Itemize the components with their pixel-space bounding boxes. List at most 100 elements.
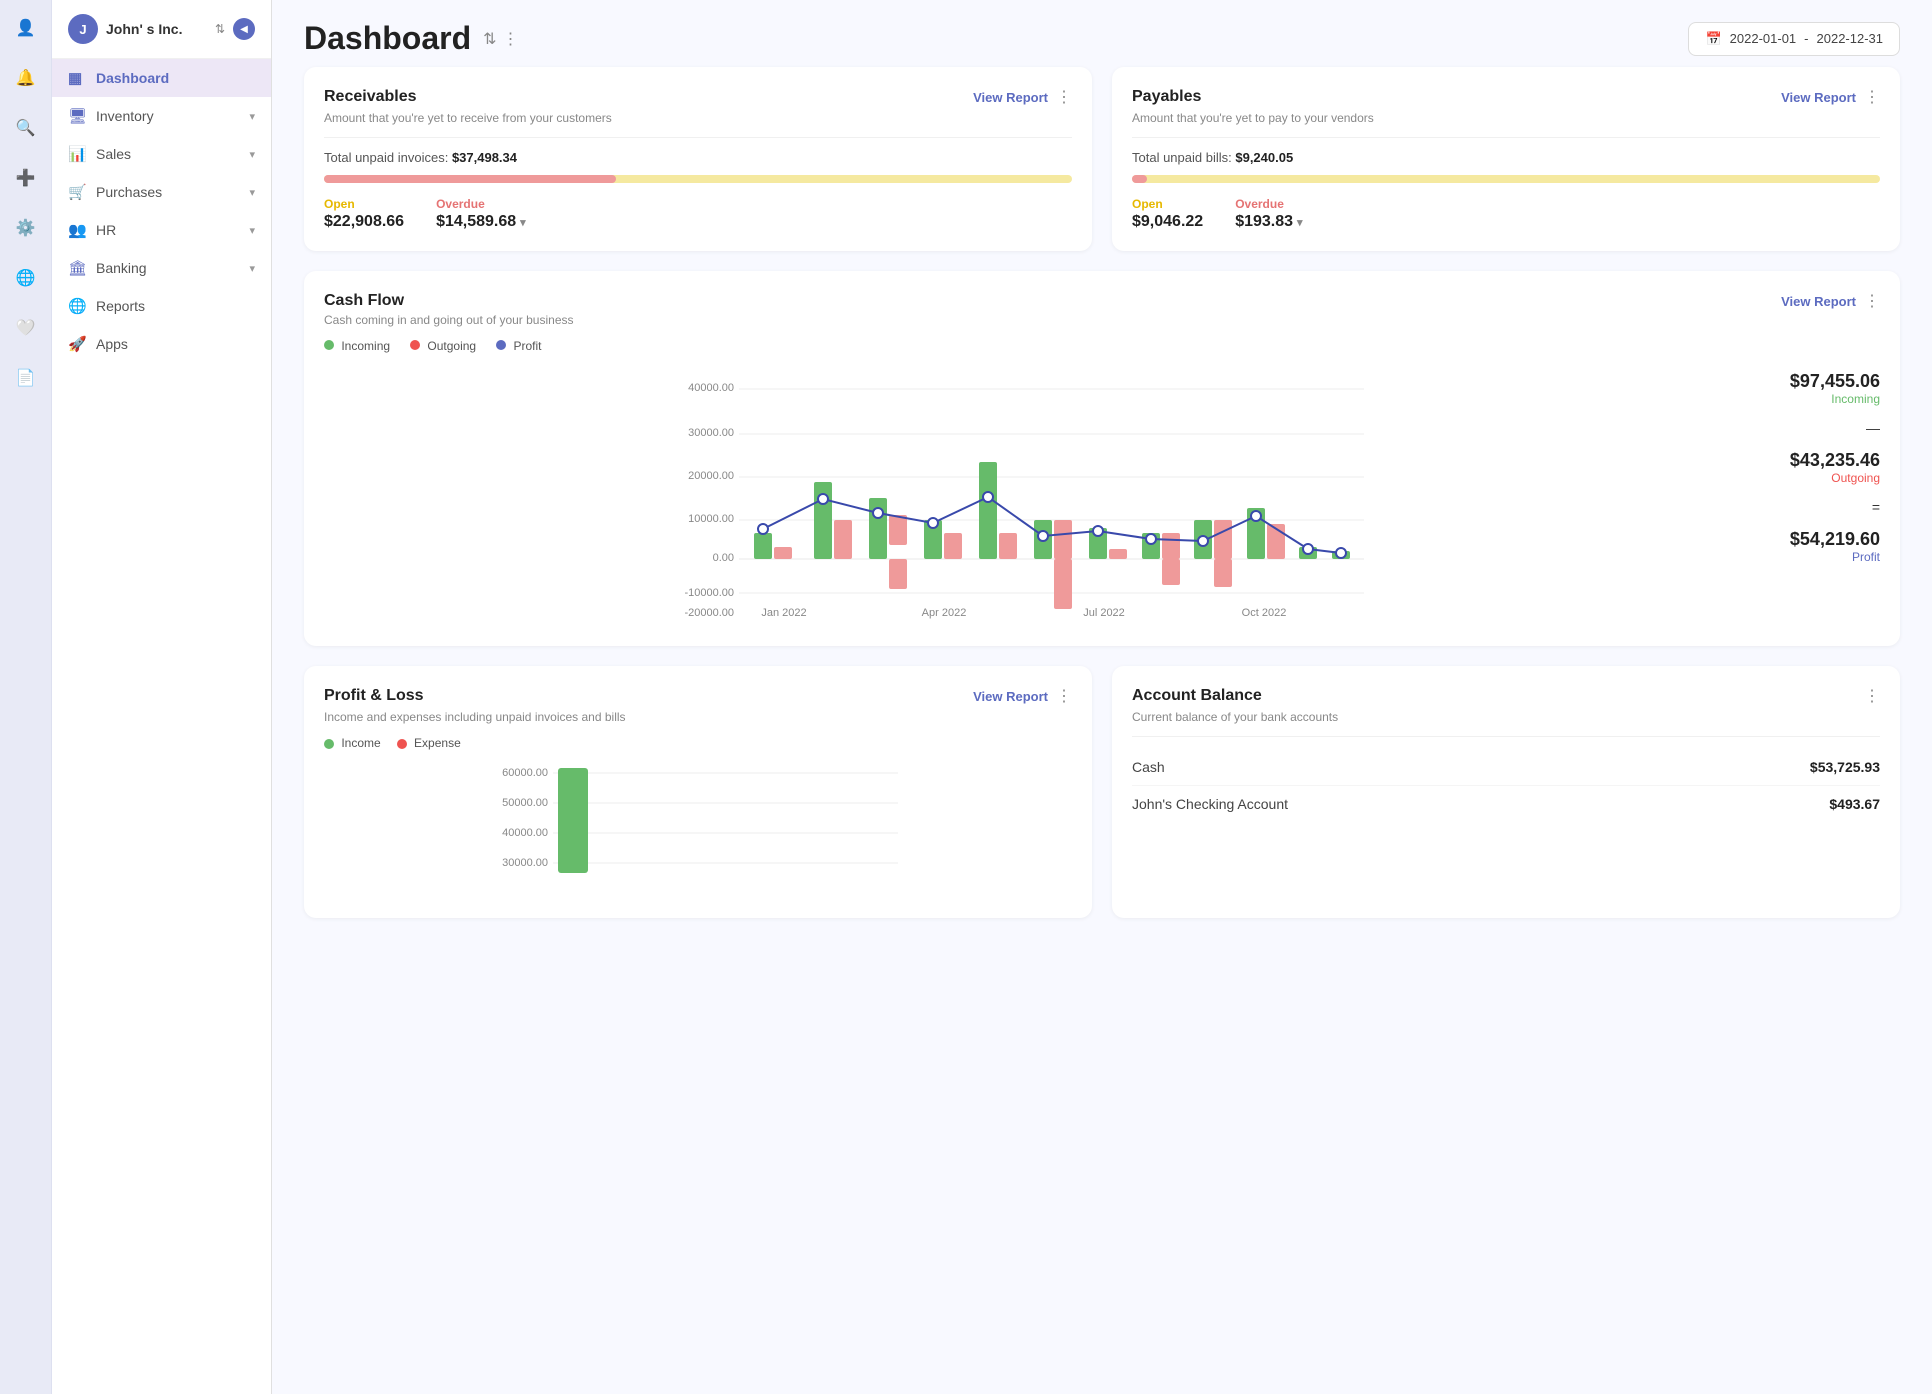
apps-icon: 🚀 — [68, 335, 86, 353]
reports-icon: 🌐 — [68, 297, 86, 315]
icon-rail: 👤 🔔 🔍 ➕ ⚙️ 🌐 🤍 📄 — [0, 0, 52, 1394]
outgoing-stat-label: Outgoing — [1760, 471, 1880, 485]
payables-amounts: Open $9,046.22 Overdue $193.83 ▾ — [1132, 197, 1880, 231]
pl-subtitle: Income and expenses including unpaid inv… — [324, 710, 1072, 724]
hr-icon: 👥 — [68, 221, 86, 239]
date-separator: - — [1804, 31, 1808, 46]
outgoing-dot — [410, 340, 420, 350]
payables-view-report[interactable]: View Report — [1781, 90, 1856, 105]
receivables-open-block: Open $22,908.66 — [324, 197, 404, 231]
sidebar-item-dashboard[interactable]: ▦ Dashboard — [52, 59, 271, 97]
svg-text:30000.00: 30000.00 — [688, 427, 734, 439]
main-header: Dashboard ⇅ ⋮ 📅 2022-01-01 - 2022-12-31 — [272, 0, 1932, 67]
incoming-value: $97,455.06 — [1760, 371, 1880, 392]
chevron-down-icon: ▾ — [249, 148, 255, 161]
purchases-icon: 🛒 — [68, 183, 86, 201]
ab-header: Account Balance ⋮ — [1132, 686, 1880, 706]
pl-chart: 60000.00 50000.00 40000.00 30000.00 — [324, 758, 1072, 898]
banking-icon: 🏛 — [68, 259, 86, 277]
chevron-down-icon: ▾ — [249, 262, 255, 275]
search-icon[interactable]: 🔍 — [10, 112, 42, 144]
svg-text:Jul 2022: Jul 2022 — [1083, 607, 1125, 619]
expense-dot — [397, 739, 407, 749]
sidebar-item-inventory[interactable]: 🖥 Inventory ▾ — [52, 97, 271, 135]
svg-text:60000.00: 60000.00 — [502, 767, 548, 779]
open-value: $22,908.66 — [324, 213, 404, 231]
doc-icon[interactable]: 📄 — [10, 362, 42, 394]
account-row-cash: Cash $53,725.93 — [1132, 749, 1880, 786]
sidebar-item-banking[interactable]: 🏛 Banking ▾ — [52, 249, 271, 287]
receivables-view-report[interactable]: View Report — [973, 90, 1048, 105]
receivables-overdue-block: Overdue $14,589.68 ▾ — [436, 197, 526, 231]
overdue-label: Overdue — [436, 197, 526, 211]
open-label: Open — [324, 197, 404, 211]
pl-legend: Income Expense — [324, 736, 1072, 750]
sidebar-item-label: Inventory — [96, 108, 154, 124]
cash-flow-more-icon[interactable]: ⋮ — [1864, 291, 1880, 311]
svg-text:40000.00: 40000.00 — [688, 382, 734, 394]
payables-open-block: Open $9,046.22 — [1132, 197, 1203, 231]
ab-title: Account Balance — [1132, 687, 1856, 705]
pl-title: Profit & Loss — [324, 687, 973, 705]
more-options-icon[interactable]: ⋮ — [503, 29, 519, 49]
payables-total: Total unpaid bills: $9,240.05 — [1132, 150, 1880, 165]
content-area: Receivables View Report ⋮ Amount that yo… — [272, 67, 1932, 950]
sidebar-item-hr[interactable]: 👥 HR ▾ — [52, 211, 271, 249]
pl-svg: 60000.00 50000.00 40000.00 30000.00 — [324, 758, 1072, 898]
cash-flow-title: Cash Flow — [324, 292, 1781, 310]
settings-icon[interactable]: ⚙️ — [10, 212, 42, 244]
sidebar-item-sales[interactable]: 📊 Sales ▾ — [52, 135, 271, 173]
main-content: Dashboard ⇅ ⋮ 📅 2022-01-01 - 2022-12-31 … — [272, 0, 1932, 1394]
receivables-title: Receivables — [324, 88, 973, 106]
ab-more-icon[interactable]: ⋮ — [1864, 686, 1880, 706]
ab-subtitle: Current balance of your bank accounts — [1132, 710, 1880, 724]
incoming-stat: $97,455.06 Incoming — [1760, 371, 1880, 406]
svg-text:-20000.00: -20000.00 — [684, 607, 734, 619]
cash-flow-card: Cash Flow View Report ⋮ Cash coming in a… — [304, 271, 1900, 646]
svg-text:30000.00: 30000.00 — [502, 857, 548, 869]
svg-text:50000.00: 50000.00 — [502, 797, 548, 809]
receivables-overdue-bar — [324, 175, 616, 183]
overdue-dropdown-icon[interactable]: ▾ — [1297, 216, 1303, 229]
user-icon[interactable]: 👤 — [10, 12, 42, 44]
sidebar-header: J John' s Inc. ⇅ ◀ — [52, 0, 271, 59]
sidebar-item-apps[interactable]: 🚀 Apps — [52, 325, 271, 363]
cash-flow-legend: Incoming Outgoing Profit — [324, 339, 1880, 353]
cash-flow-view-report[interactable]: View Report — [1781, 294, 1856, 309]
receivables-more-icon[interactable]: ⋮ — [1056, 87, 1072, 107]
payables-card: Payables View Report ⋮ Amount that you'r… — [1112, 67, 1900, 251]
payables-subtitle: Amount that you're yet to pay to your ve… — [1132, 111, 1880, 125]
payables-title: Payables — [1132, 88, 1781, 106]
payables-more-icon[interactable]: ⋮ — [1864, 87, 1880, 107]
profit-stat: $54,219.60 Profit — [1760, 529, 1880, 564]
receivables-header: Receivables View Report ⋮ — [324, 87, 1072, 107]
cash-flow-chart: 40000.00 30000.00 20000.00 10000.00 0.00… — [324, 361, 1744, 626]
overdue-label: Overdue — [1235, 197, 1302, 211]
date-range-picker[interactable]: 📅 2022-01-01 - 2022-12-31 — [1688, 22, 1900, 56]
open-value: $9,046.22 — [1132, 213, 1203, 231]
receivables-total-value: $37,498.34 — [452, 150, 517, 165]
profit-value: $54,219.60 — [1760, 529, 1880, 550]
sidebar-item-reports[interactable]: 🌐 Reports — [52, 287, 271, 325]
svg-text:10000.00: 10000.00 — [688, 513, 734, 525]
pl-more-icon[interactable]: ⋮ — [1056, 686, 1072, 706]
chevron-down-icon: ▾ — [249, 110, 255, 123]
page-title: Dashboard — [304, 20, 471, 57]
company-switcher-arrows[interactable]: ⇅ — [215, 22, 225, 36]
account-value-cash: $53,725.93 — [1810, 759, 1880, 775]
incoming-stat-label: Incoming — [1760, 392, 1880, 406]
pl-view-report[interactable]: View Report — [973, 689, 1048, 704]
receivables-subtitle: Amount that you're yet to receive from y… — [324, 111, 1072, 125]
sidebar-item-purchases[interactable]: 🛒 Purchases ▾ — [52, 173, 271, 211]
plus-icon[interactable]: ➕ — [10, 162, 42, 194]
svg-text:-10000.00: -10000.00 — [684, 587, 734, 599]
globe-icon[interactable]: 🌐 — [10, 262, 42, 294]
sort-icon[interactable]: ⇅ — [483, 29, 496, 49]
bottom-cards-row: Profit & Loss View Report ⋮ Income and e… — [304, 666, 1900, 918]
cash-flow-body: 40000.00 30000.00 20000.00 10000.00 0.00… — [324, 361, 1880, 626]
profit-stat-label: Profit — [1760, 550, 1880, 564]
company-logo: J — [68, 14, 98, 44]
bell-icon[interactable]: 🔔 — [10, 62, 42, 94]
overdue-dropdown-icon[interactable]: ▾ — [520, 216, 526, 229]
heart-icon[interactable]: 🤍 — [10, 312, 42, 344]
